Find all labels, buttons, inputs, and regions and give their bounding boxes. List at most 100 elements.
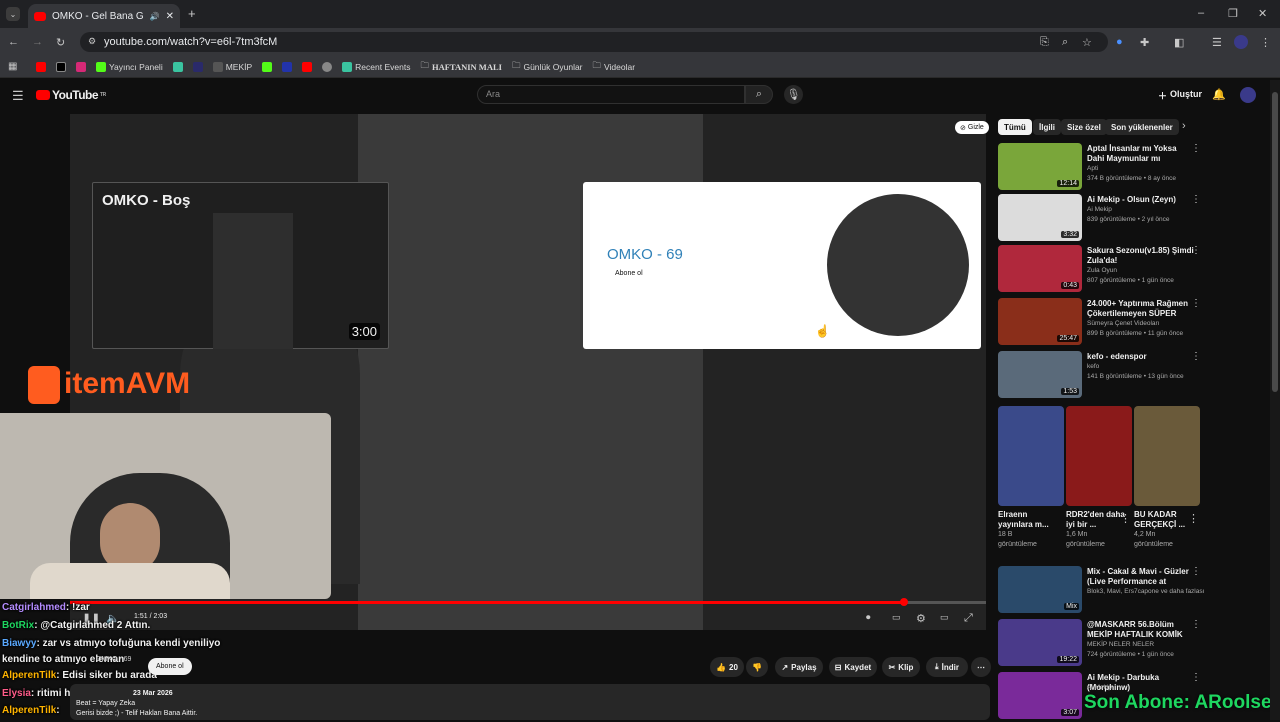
download-button[interactable]: ⤓ İndir — [926, 657, 968, 677]
chip-recently-uploaded[interactable]: Son yüklenenler — [1105, 119, 1179, 135]
more-actions-button[interactable]: ⋯ — [971, 657, 991, 677]
more-vertical-icon[interactable]: ⋮ — [1191, 298, 1201, 309]
mic-icon[interactable]: 🎙 — [784, 85, 803, 104]
clip-button[interactable]: ✂ Klip — [882, 657, 920, 677]
bookmark-haftanin-mali[interactable]: 🗀 HAFTANIN MALI — [420, 60, 501, 74]
hide-endscreen-button[interactable]: ⊘ Gizle — [955, 121, 989, 134]
profile-avatar[interactable] — [1234, 35, 1248, 49]
short-item[interactable]: Elraenn yayınlara m... 18 B görüntüleme — [998, 406, 1064, 550]
short-item[interactable]: RDR2'den daha iyi bir ... 1,6 Mn görüntü… — [1066, 406, 1132, 550]
short-item[interactable]: BU KADAR GERÇEKÇİ ... 4,2 Mn görüntüleme — [1134, 406, 1200, 550]
bookmark-recent-events[interactable]: Recent Events — [342, 61, 410, 72]
audio-icon[interactable]: 🔊 — [150, 12, 160, 21]
search-icon[interactable]: ⌕ — [745, 85, 773, 104]
autoplay-toggle-icon[interactable]: ⏺ — [866, 612, 871, 623]
site-info-icon[interactable]: ⚙ — [88, 36, 96, 47]
owner-channel-name[interactable]: OMKO - 69 — [96, 656, 131, 663]
save-button[interactable]: ⊟ Kaydet — [829, 657, 877, 677]
subscribe-button[interactable]: Abone ol — [148, 658, 192, 675]
search-input[interactable]: Ara — [477, 85, 745, 104]
menu-kebab-icon[interactable]: ⋮ — [1260, 36, 1271, 49]
account-avatar[interactable] — [1240, 87, 1256, 103]
recommendation-item[interactable]: 12:14 Aptal İnsanlar mı Yoksa Dahi Maymu… — [998, 143, 1208, 193]
recommendation-item[interactable]: 25:47 24.000+ Yaptırıma Rağmen Çökertile… — [998, 298, 1208, 348]
more-vertical-icon[interactable]: ⋮ — [1188, 512, 1199, 525]
more-vertical-icon[interactable]: ⋮ — [1191, 245, 1201, 256]
create-button[interactable]: ＋ Oluştur — [1158, 89, 1202, 102]
extensions-puzzle-icon[interactable]: ✚ — [1140, 36, 1149, 49]
youtube-logo[interactable]: YouTube TR — [36, 88, 106, 102]
chip-related[interactable]: İlgili — [1033, 119, 1061, 135]
recommendation-item[interactable]: Mix Mix - Cakal & Mavi - Güzler (Live Pe… — [998, 566, 1208, 616]
bookmark-youtube-2[interactable] — [302, 61, 313, 72]
bookmark-videolar[interactable]: 🗀 Videolar — [593, 60, 636, 74]
extension-icon[interactable]: ● — [1116, 36, 1123, 48]
endscreen-subscribe-label[interactable]: Abone ol — [615, 270, 643, 277]
chip-all[interactable]: Tümü — [998, 119, 1032, 135]
sidepanel-icon[interactable]: ◧ — [1174, 36, 1184, 49]
browser-tab[interactable]: OMKO - Gel Bana Gel - You 🔊 ✕ — [28, 4, 180, 28]
minimize-icon[interactable]: – — [1198, 7, 1204, 19]
recommendation-item[interactable]: 0:43 Sakura Sezonu(v1.85) Şimdi Zula'da!… — [998, 245, 1208, 295]
zoom-icon[interactable]: ⌕ — [1062, 36, 1068, 49]
bookmark-globe[interactable] — [322, 61, 333, 72]
description-box[interactable] — [70, 684, 990, 720]
restore-icon[interactable]: ❐ — [1228, 7, 1238, 20]
more-vertical-icon[interactable]: ⋮ — [1191, 566, 1201, 577]
description-line: Gerisi bizde ;) - Telif Hakları Bana Ait… — [76, 710, 198, 717]
endscreen-channel-card[interactable]: OMKO - 69 Abone ol ☝ — [583, 182, 981, 349]
forward-icon[interactable]: → — [32, 36, 43, 48]
youtube-favicon-icon — [34, 11, 46, 21]
more-vertical-icon[interactable]: ⋮ — [1191, 143, 1201, 154]
reading-list-icon[interactable]: ☰ — [1212, 36, 1222, 49]
endscreen-video-card[interactable]: OMKO - Boş 3:00 — [92, 182, 389, 349]
bookmark-x[interactable] — [56, 61, 66, 72]
scrollbar-thumb[interactable] — [1272, 92, 1278, 392]
share-button[interactable]: ↗ Paylaş — [775, 657, 823, 677]
address-bar[interactable]: youtube.com/watch?v=e6l-7tm3fcM — [80, 32, 1108, 52]
more-vertical-icon[interactable]: ⋮ — [1191, 619, 1201, 630]
description-line: Beat = Yapay Zeka — [76, 700, 136, 707]
bookmark-arrow[interactable] — [192, 61, 203, 72]
settings-gear-icon[interactable]: ⚙ — [916, 612, 926, 625]
bookmark-star-icon[interactable]: ☆ — [1082, 36, 1092, 49]
time-display: 1:51 / 2:03 — [134, 613, 168, 620]
bookmark-yayinci-paneli[interactable]: Yayıncı Paneli — [96, 61, 163, 72]
chevron-right-icon[interactable]: › — [1182, 120, 1186, 132]
like-button[interactable]: 👍 20 — [710, 657, 744, 677]
bookmark-tile[interactable] — [172, 61, 183, 72]
more-vertical-icon[interactable]: ⋮ — [1191, 351, 1201, 362]
theater-mode-icon[interactable]: ▭ — [940, 612, 949, 623]
reload-icon[interactable]: ↻ — [56, 36, 65, 49]
hamburger-menu-icon[interactable]: ☰ — [12, 88, 24, 104]
close-tab-icon[interactable]: ✕ — [166, 11, 174, 22]
tab-search-icon[interactable]: ⌄ — [6, 7, 20, 21]
bookmark-mekip[interactable]: MEKİP — [212, 61, 252, 72]
more-vertical-icon[interactable]: ⋮ — [1191, 672, 1201, 683]
close-window-icon[interactable]: ✕ — [1258, 7, 1267, 20]
bookmark-kick[interactable] — [262, 61, 273, 72]
recommendation-item[interactable]: 3:32 Ai Mekip - Olsun (Zeyn) Ai Mekip 83… — [998, 194, 1208, 244]
notifications-bell-icon[interactable]: 🔔 — [1212, 88, 1226, 101]
bookmark-instagram[interactable] — [76, 61, 86, 72]
itemavm-logo: itemAVM — [28, 366, 190, 404]
more-vertical-icon[interactable]: ⋮ — [1191, 194, 1201, 205]
more-vertical-icon[interactable]: ⋮ — [1120, 512, 1131, 525]
recommendation-item[interactable]: 1:53 kefo - edenspor kefo 141 B görüntül… — [998, 351, 1208, 401]
bookmark-youtube[interactable] — [36, 61, 46, 72]
recommendation-item[interactable]: 19:22 @MASKARR 56.Bölüm MEKİP HAFTALIK K… — [998, 619, 1208, 669]
apps-grid-icon[interactable]: ▦ — [8, 61, 17, 72]
progress-bar[interactable] — [70, 601, 986, 604]
bookmark-blue[interactable] — [282, 61, 293, 72]
chip-for-you[interactable]: Size özel — [1061, 119, 1107, 135]
subtitles-icon[interactable]: ▭ — [892, 612, 901, 623]
new-tab-button[interactable]: + — [188, 6, 196, 21]
dislike-button[interactable]: 👎 — [746, 657, 768, 677]
short-thumbnail — [998, 406, 1064, 506]
install-icon[interactable]: ⎘ — [1040, 36, 1049, 49]
back-icon[interactable]: ← — [8, 36, 19, 48]
endscreen-video-title: OMKO - Boş — [102, 192, 191, 209]
fullscreen-icon[interactable]: ⤢ — [964, 612, 973, 625]
scrubber-handle[interactable] — [900, 598, 908, 606]
bookmark-gunluk-oyunlar[interactable]: 🗀 Günlük Oyunlar — [512, 60, 583, 74]
